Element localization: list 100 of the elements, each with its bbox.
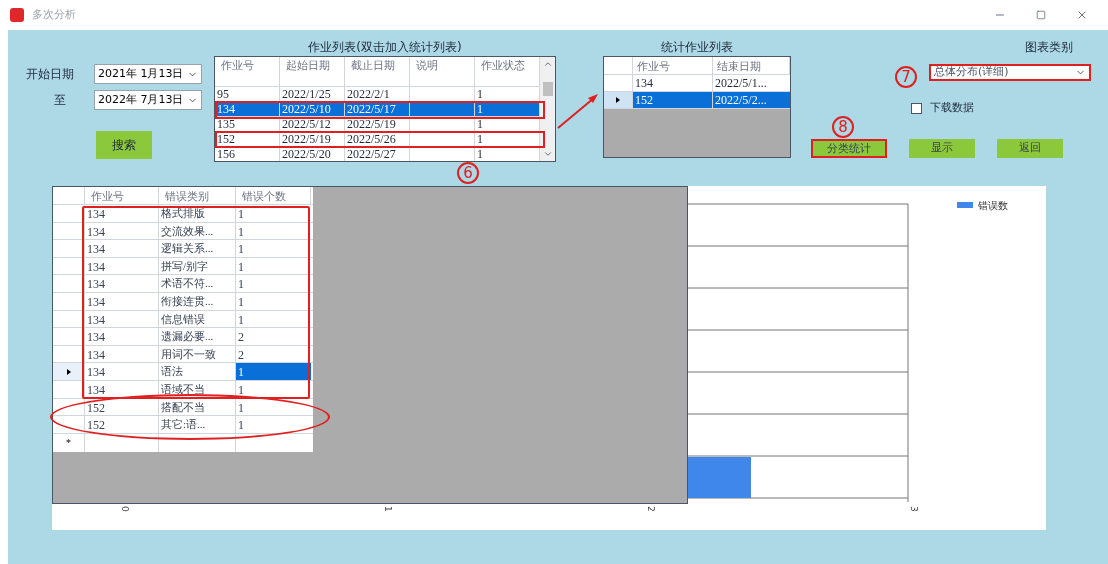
column-header[interactable]: 错误类别 xyxy=(159,187,236,204)
column-header[interactable]: 截止日期 xyxy=(345,57,410,86)
scroll-up-icon[interactable] xyxy=(542,59,553,69)
table-cell[interactable]: 2 xyxy=(236,328,311,345)
table-cell[interactable]: 1 xyxy=(236,292,311,310)
close-icon[interactable] xyxy=(1076,9,1088,21)
table-cell-text: 2022/5/2... xyxy=(714,92,768,108)
chart-type-label: 图表类别 xyxy=(1025,39,1073,56)
scrollbar[interactable] xyxy=(540,57,555,161)
table-cell: 2022/5/19 xyxy=(345,117,410,131)
table-cell: 134 xyxy=(85,345,159,363)
table-cell: 95 xyxy=(215,87,280,101)
table-cell: 134 xyxy=(85,292,159,310)
table-cell: 搭配不当 xyxy=(159,398,236,416)
axis-tick-label: 0 xyxy=(120,506,130,512)
end-date-label: 至 xyxy=(53,92,67,109)
action-button[interactable]: 返回 xyxy=(997,139,1063,158)
column-header[interactable]: 错误个数 xyxy=(236,187,311,204)
legend-label: 错误数 xyxy=(978,200,1008,211)
table-cell: 134 xyxy=(85,222,159,240)
current-row-icon xyxy=(66,368,71,375)
table-cell[interactable]: 1 xyxy=(236,363,311,380)
table-cell: 2022/5/17 xyxy=(345,102,410,116)
table-cell[interactable]: 1 xyxy=(236,240,311,257)
table-cell: 衔接连贯... xyxy=(159,292,236,310)
table-cell: 2022/5/27 xyxy=(345,147,410,161)
table-cell: 134 xyxy=(85,257,159,275)
circled-number: 7 xyxy=(895,66,917,88)
row-header[interactable] xyxy=(53,363,85,380)
row-header[interactable] xyxy=(604,92,633,108)
start-date-label: 开始日期 xyxy=(26,66,75,83)
table-cell: 用词不一致 xyxy=(159,345,236,363)
table-cell: 134 xyxy=(633,75,713,91)
table-cell: 134 xyxy=(85,205,159,222)
table-cell: 拼写/别字 xyxy=(159,257,236,275)
column-header[interactable]: 结束日期 xyxy=(713,57,790,74)
table-cell: 134 xyxy=(85,363,159,380)
table-cell-text: 2022/5/1... xyxy=(714,75,768,91)
download-checkbox[interactable] xyxy=(911,102,922,114)
table-cell: 格式排版 xyxy=(159,205,236,222)
stat-list-title: 统计作业列表 xyxy=(660,39,734,56)
table-cell[interactable]: 1 xyxy=(236,416,311,433)
search-button[interactable]: 搜索 xyxy=(96,131,152,159)
table-cell: 2022/5/12 xyxy=(280,117,345,131)
app-icon xyxy=(10,8,24,22)
table-cell: 2022/5/20 xyxy=(280,147,345,161)
column-header[interactable]: 作业号 xyxy=(633,57,713,74)
column-header[interactable]: 作业号 xyxy=(215,57,280,86)
circled-number: 8 xyxy=(832,116,854,138)
end-date-picker[interactable]: 2022年 7月13日 xyxy=(94,90,202,110)
circled-number: 6 xyxy=(457,162,479,184)
legend-swatch xyxy=(957,202,973,208)
table-cell: 152 xyxy=(633,92,713,108)
column-header[interactable]: 起始日期 xyxy=(280,57,345,86)
column-header[interactable]: 说明 xyxy=(410,57,475,86)
scroll-thumb[interactable] xyxy=(542,82,553,96)
table-cell: 2022/5/19 xyxy=(280,132,345,146)
table-cell: 134 xyxy=(85,240,159,257)
table-cell: 2022/1/25 xyxy=(280,87,345,101)
download-label: 下载数据 xyxy=(930,100,974,116)
table-cell: 134 xyxy=(215,102,280,116)
start-date-picker[interactable]: 2021年 1月13日 xyxy=(94,64,202,84)
table-cell[interactable]: 1 xyxy=(236,205,311,222)
table-cell[interactable]: 1 xyxy=(236,222,311,240)
table-cell[interactable]: 1 xyxy=(236,398,311,416)
table-row[interactable]: 152 2022/5/2... xyxy=(633,92,790,108)
window-title: 多次分析 xyxy=(32,6,76,23)
axis-tick-label: 3 xyxy=(909,506,919,512)
table-row[interactable]: 134 2022/5/1... xyxy=(633,75,790,91)
axis-tick-label: 1 xyxy=(383,506,393,512)
table-cell: 其它:语... xyxy=(159,416,236,433)
job-list-title: 作业列表(双击加入统计列表) xyxy=(307,39,463,56)
table-cell: 152 xyxy=(215,132,280,146)
table-cell: 2022/5/10 xyxy=(280,102,345,116)
scroll-down-icon[interactable] xyxy=(542,149,553,159)
table-cell[interactable]: 1 xyxy=(236,380,311,398)
axis-tick-label: 2 xyxy=(646,506,656,512)
table-cell[interactable]: 1 xyxy=(236,257,311,275)
table-cell[interactable]: 1 xyxy=(236,310,311,328)
table-cell[interactable]: 1 xyxy=(236,275,311,292)
table-cell: 语域不当 xyxy=(159,380,236,398)
action-button[interactable]: 分类统计 xyxy=(811,139,887,158)
table-cell[interactable]: 2 xyxy=(236,345,311,363)
table-cell: 134 xyxy=(85,310,159,328)
table-cell: 134 xyxy=(85,275,159,292)
table-cell: 135 xyxy=(215,117,280,131)
table-cell: 152 xyxy=(85,398,159,416)
table-cell: 2022/2/1 xyxy=(345,87,410,101)
table-cell: 2022/5/26 xyxy=(345,132,410,146)
current-row-icon xyxy=(616,97,620,103)
action-button[interactable]: 显示 xyxy=(909,139,975,158)
chart-type-dropdown[interactable]: 总体分布(详细) xyxy=(929,64,1091,81)
table-cell: 遗漏必要... xyxy=(159,328,236,345)
table-cell: 逻辑关系... xyxy=(159,240,236,257)
table-cell: 信息错误 xyxy=(159,310,236,328)
table-cell: 术语不符... xyxy=(159,275,236,292)
maximize-icon[interactable] xyxy=(1036,10,1046,20)
column-header[interactable]: 作业号 xyxy=(85,187,159,204)
table-cell: 134 xyxy=(85,328,159,345)
table-cell: 134 xyxy=(85,380,159,398)
